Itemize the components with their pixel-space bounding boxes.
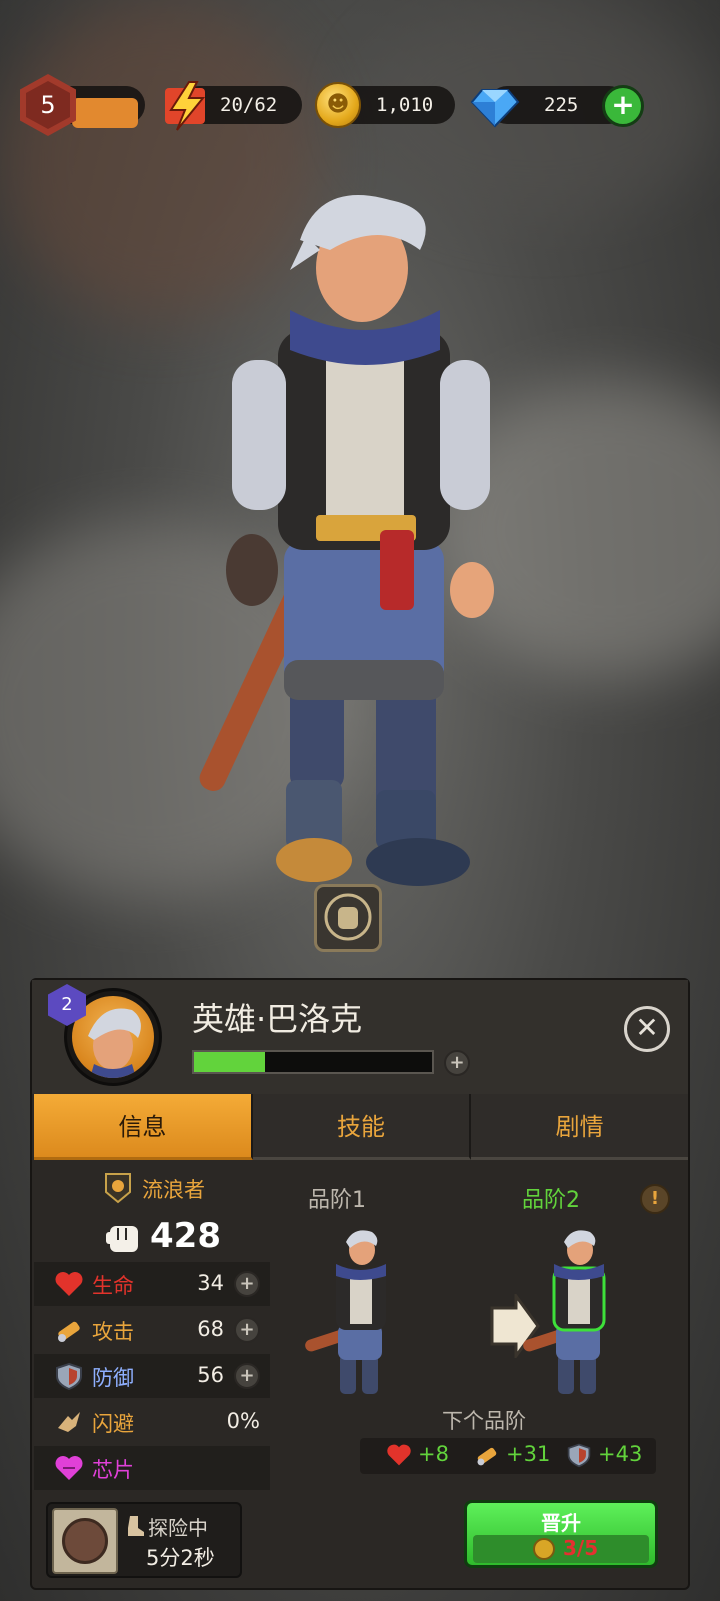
next-grade-title: 下个品阶 bbox=[442, 1409, 526, 1433]
upgrade-hp-button[interactable]: + bbox=[234, 1271, 260, 1297]
grade-bonus-row: +8 +31 +43 bbox=[360, 1438, 656, 1474]
hero-info-panel: 2 英雄·巴洛克 + ✕ 信息 技能 剧情 流浪者 428 生命 34 + 攻击… bbox=[30, 978, 690, 1590]
combat-power-value: 428 bbox=[150, 1216, 221, 1256]
stats-column: 流浪者 428 生命 34 + 攻击 68 + 防御 56 + 闪避 0% 芯片 bbox=[34, 1162, 270, 1502]
expedition-status[interactable]: 探险中 5分2秒 bbox=[46, 1502, 242, 1578]
tab-story[interactable]: 剧情 bbox=[471, 1094, 689, 1160]
grade-info-icon[interactable]: ! bbox=[640, 1184, 670, 1214]
stat-label: 生命 bbox=[92, 1274, 134, 1298]
chip-icon bbox=[55, 1456, 83, 1480]
expedition-thumbnail bbox=[52, 1508, 118, 1574]
current-grade-label: 品阶1 bbox=[308, 1188, 366, 1213]
add-exp-button[interactable]: + bbox=[444, 1050, 470, 1076]
bonus-value: +43 bbox=[598, 1442, 643, 1466]
grade-section: 品阶1 品阶2 ! 下个品阶 +8 +31 +43 bbox=[272, 1162, 688, 1502]
coin-value: 1,010 bbox=[376, 94, 434, 116]
bonus-value: +8 bbox=[418, 1442, 449, 1466]
stat-row-attack: 攻击 68 + bbox=[34, 1308, 270, 1352]
attack-icon bbox=[58, 1321, 80, 1342]
fist-power-icon bbox=[106, 1226, 138, 1252]
heart-icon bbox=[387, 1444, 411, 1466]
dodge-icon bbox=[58, 1412, 80, 1432]
class-badge-icon bbox=[105, 1173, 131, 1204]
bonus-value: +31 bbox=[506, 1442, 551, 1466]
expedition-timer: 5分2秒 bbox=[146, 1546, 215, 1570]
shield-icon bbox=[567, 1443, 591, 1468]
hero-character-figure bbox=[199, 195, 494, 886]
stat-row-dodge: 闪避 0% bbox=[34, 1400, 270, 1444]
promote-cost: 3/5 bbox=[473, 1535, 649, 1563]
level-badge[interactable]: 5 bbox=[20, 74, 76, 136]
panel-header: 2 英雄·巴洛克 + ✕ bbox=[32, 980, 688, 1094]
stat-row-chip: 芯片 bbox=[34, 1446, 270, 1490]
promote-button[interactable]: 晋升 3/5 bbox=[464, 1500, 658, 1568]
promote-progress: 3/5 bbox=[563, 1536, 599, 1560]
next-grade-hero bbox=[523, 1230, 606, 1394]
current-grade-hero bbox=[305, 1230, 386, 1394]
tab-skills[interactable]: 技能 bbox=[252, 1094, 472, 1160]
hero-class: 流浪者 bbox=[104, 1172, 205, 1206]
level-value: 5 bbox=[26, 81, 70, 129]
stat-label: 防御 bbox=[92, 1366, 134, 1390]
top-hud: 5 20/62 1,010 ☻ 225 + bbox=[0, 74, 720, 136]
panel-tabs: 信息 技能 剧情 bbox=[34, 1094, 689, 1160]
stat-value: 34 bbox=[197, 1271, 224, 1295]
stat-label: 闪避 bbox=[92, 1412, 134, 1436]
close-button[interactable]: ✕ bbox=[624, 1006, 670, 1052]
stat-label: 芯片 bbox=[92, 1458, 134, 1482]
fist-emblem-icon bbox=[324, 893, 372, 941]
energy-value: 20/62 bbox=[220, 94, 278, 116]
promote-label: 晋升 bbox=[541, 1511, 581, 1535]
hero-name: 英雄·巴洛克 bbox=[192, 1000, 363, 1038]
stat-value: 0% bbox=[226, 1409, 260, 1433]
shield-icon bbox=[56, 1362, 82, 1390]
stat-label: 攻击 bbox=[92, 1320, 134, 1344]
hero-class-emblem[interactable] bbox=[314, 884, 382, 952]
stat-row-defense: 防御 56 + bbox=[34, 1354, 270, 1398]
xp-progress-fill bbox=[72, 98, 138, 128]
hero-class-name: 流浪者 bbox=[142, 1178, 205, 1202]
expedition-state: 探险中 bbox=[148, 1516, 208, 1540]
gem-value: 225 bbox=[544, 94, 579, 116]
stat-row-hp: 生命 34 + bbox=[34, 1262, 270, 1306]
hero-exp-bar bbox=[192, 1050, 434, 1074]
next-grade-label: 品阶2 bbox=[522, 1188, 580, 1213]
add-gems-button[interactable]: + bbox=[602, 85, 644, 127]
promote-token-icon bbox=[533, 1538, 555, 1560]
stat-value: 68 bbox=[197, 1317, 224, 1341]
boot-icon bbox=[128, 1516, 144, 1536]
upgrade-defense-button[interactable]: + bbox=[234, 1363, 260, 1389]
diamond-icon bbox=[470, 89, 520, 128]
energy-bolt-icon bbox=[165, 81, 206, 131]
expedition-map-icon bbox=[62, 1518, 108, 1564]
stat-value: 56 bbox=[197, 1363, 224, 1387]
upgrade-attack-button[interactable]: + bbox=[234, 1317, 260, 1343]
hero-exp-fill bbox=[194, 1052, 266, 1072]
attack-icon bbox=[477, 1447, 497, 1466]
coin-icon: ☻ bbox=[315, 82, 361, 128]
tab-info[interactable]: 信息 bbox=[34, 1094, 253, 1160]
heart-icon bbox=[55, 1272, 83, 1296]
